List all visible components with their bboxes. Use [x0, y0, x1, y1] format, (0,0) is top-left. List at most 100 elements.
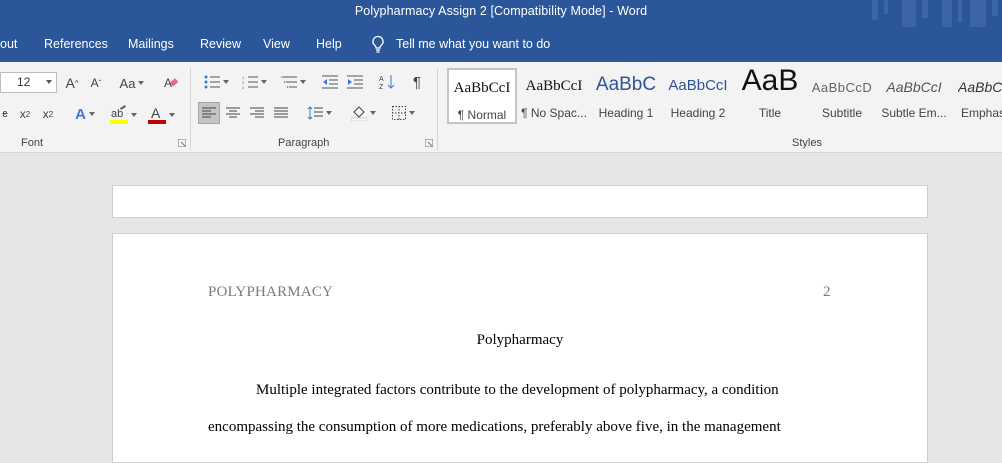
align-center-button[interactable] — [223, 102, 243, 124]
sort-icon: AZ — [379, 75, 395, 90]
align-right-icon — [250, 107, 264, 118]
align-right-button[interactable] — [247, 102, 267, 124]
paragraph-dialog-launcher-icon[interactable] — [425, 139, 433, 147]
highlight-color-button[interactable]: ab — [106, 104, 140, 126]
paragraph-line: Multiple integrated factors contribute t… — [256, 382, 779, 398]
svg-text:3: 3 — [242, 85, 245, 89]
paragraph-group-label: Paragraph — [278, 137, 330, 149]
svg-text:A: A — [151, 105, 161, 121]
style-sample: AaB — [741, 64, 799, 97]
tell-me-label: Tell me what you want to do — [396, 37, 551, 51]
style-heading-1[interactable]: AaBbC Heading 1 — [591, 68, 661, 124]
chevron-down-icon — [46, 80, 52, 84]
tab-mailings[interactable]: Mailings — [128, 37, 174, 51]
style-subtitle[interactable]: AaBbCcD Subtitle — [807, 68, 877, 124]
chevron-down-icon — [325, 111, 332, 115]
svg-text:ab: ab — [111, 108, 123, 120]
style-name: ¶ Normal — [457, 108, 507, 122]
chevron-down-icon — [130, 113, 137, 117]
chevron-down-icon — [138, 81, 145, 85]
style-sample: AaBbC — [595, 74, 657, 95]
chevron-down-icon — [299, 80, 306, 84]
numbering-button[interactable]: 123 — [238, 72, 270, 92]
svg-text:A: A — [379, 76, 384, 83]
chevron-down-icon — [260, 80, 267, 84]
group-separator — [190, 68, 191, 150]
tell-me-box[interactable]: Tell me what you want to do — [370, 35, 550, 53]
chevron-down-icon — [88, 112, 95, 116]
style-name: Subtitle — [821, 106, 863, 120]
text-effects-icon: A — [75, 105, 86, 123]
style-name: ¶ No Spac... — [521, 106, 587, 120]
align-left-button[interactable] — [198, 102, 220, 124]
style-no-spacing[interactable]: AaBbCcI ¶ No Spac... — [519, 68, 589, 124]
ribbon-tabs: out References Mailings Review View Help… — [0, 27, 1002, 62]
tab-help[interactable]: Help — [316, 37, 342, 51]
style-sample: AaBbCcI — [886, 79, 942, 95]
chevron-down-icon — [408, 111, 415, 115]
line-spacing-icon — [307, 106, 323, 120]
style-sample: AaBbCcI — [525, 78, 583, 94]
style-name: Heading 2 — [670, 106, 726, 120]
justify-button[interactable] — [271, 102, 291, 124]
style-sample: AaBbCc — [958, 79, 1002, 95]
paint-bucket-icon — [350, 106, 367, 121]
grow-font-button[interactable]: A ^ — [63, 73, 81, 93]
chevron-down-icon — [168, 113, 175, 117]
style-name: Title — [758, 106, 782, 120]
font-color-button[interactable]: A — [144, 104, 178, 126]
text-effects-button[interactable]: A — [70, 104, 100, 124]
change-case-label: Aa — [119, 75, 136, 91]
font-size-box[interactable]: 12 — [0, 72, 57, 93]
font-group-label: Font — [21, 137, 44, 149]
tab-view[interactable]: View — [263, 37, 290, 51]
style-heading-2[interactable]: AaBbCcI Heading 2 — [663, 68, 733, 124]
multilevel-list-icon — [280, 76, 297, 88]
align-center-icon — [226, 107, 240, 118]
font-color-icon: A — [147, 105, 166, 124]
decrease-indent-button[interactable] — [320, 72, 340, 92]
show-formatting-button[interactable]: ¶ — [407, 72, 427, 92]
increase-indent-icon — [347, 75, 363, 89]
sort-button[interactable]: AZ — [377, 72, 397, 92]
title-bar: Polypharmacy Assign 2 [Compatibility Mod… — [0, 0, 1002, 27]
style-normal[interactable]: AaBbCcI ¶ Normal — [447, 68, 517, 124]
tab-references[interactable]: References — [44, 37, 108, 51]
style-emphasis[interactable]: AaBbCc Emphas — [951, 68, 1002, 124]
style-name: Heading 1 — [598, 106, 654, 120]
running-head: POLYPHARMACY — [208, 284, 334, 300]
font-size-value: 12 — [17, 75, 31, 89]
ribbon: 12 A ^ Aˇ Aa A ɛ x2 x2 A ab A Font 1 2 3… — [0, 62, 1002, 153]
borders-button[interactable] — [386, 102, 420, 124]
style-name: Emphas — [961, 106, 1002, 120]
window-title: Polypharmacy Assign 2 [Compatibility Mod… — [354, 4, 648, 18]
style-sample: AaBbCcI — [453, 80, 511, 96]
justify-icon — [274, 107, 288, 118]
page-number: 2 — [823, 284, 831, 300]
shrink-font-button[interactable]: Aˇ — [87, 73, 105, 93]
clear-formatting-button[interactable]: A — [162, 73, 182, 93]
tab-layout[interactable]: out — [0, 37, 17, 51]
eraser-icon: A — [164, 76, 178, 90]
highlighter-icon: ab — [109, 105, 128, 124]
group-separator — [437, 68, 438, 150]
tab-review[interactable]: Review — [200, 37, 241, 51]
bullets-button[interactable] — [200, 72, 232, 92]
chevron-down-icon — [222, 80, 229, 84]
decrease-indent-icon — [322, 75, 338, 89]
change-case-button[interactable]: Aa — [116, 73, 148, 93]
shading-button[interactable] — [346, 102, 380, 124]
document-page[interactable]: POLYPHARMACY 2 Polypharmacy Multiple int… — [112, 233, 928, 463]
style-name: Subtle Em... — [881, 106, 947, 120]
bullet-list-icon — [204, 75, 220, 89]
line-spacing-button[interactable] — [302, 102, 336, 124]
superscript-button[interactable]: x2 — [40, 104, 56, 124]
multilevel-list-button[interactable] — [276, 72, 310, 92]
increase-indent-button[interactable] — [345, 72, 365, 92]
svg-text:Z: Z — [379, 84, 384, 90]
style-title[interactable]: AaB Title — [735, 64, 805, 124]
font-dialog-launcher-icon[interactable] — [178, 139, 186, 147]
style-subtle-emphasis[interactable]: AaBbCcI Subtle Em... — [879, 68, 949, 124]
strikethrough-button[interactable]: ɛ — [0, 104, 10, 124]
subscript-button[interactable]: x2 — [17, 104, 33, 124]
